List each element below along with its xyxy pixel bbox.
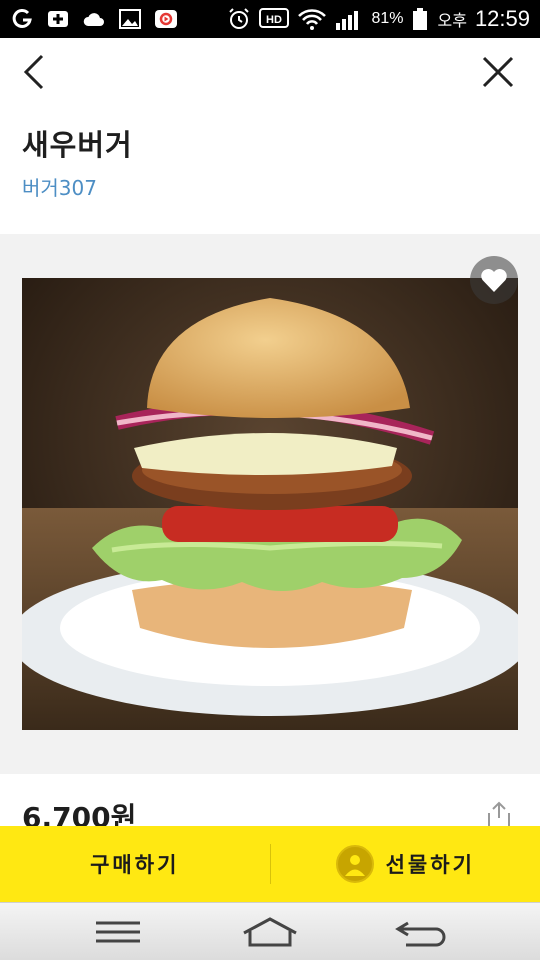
person-icon (344, 855, 365, 876)
signal-icon (336, 11, 359, 30)
image-icon (119, 9, 141, 29)
chevron-left-icon[interactable] (16, 52, 56, 92)
time-ampm: 오후 (437, 13, 467, 30)
system-nav-bar (0, 902, 540, 960)
gift-button[interactable]: 선물하기 (271, 826, 540, 902)
buy-label: 구매하기 (90, 853, 180, 877)
brand-link[interactable]: 버거307 (22, 172, 97, 201)
battery-icon (413, 8, 428, 30)
status-bar: HD 81% 오후 12:59 (0, 0, 540, 38)
favorite-button[interactable] (470, 256, 518, 304)
g-icon (12, 8, 32, 28)
product-title: 새우버거 (22, 128, 133, 162)
buy-button[interactable]: 구매하기 (0, 826, 270, 902)
action-bar: 구매하기 선물하기 (0, 826, 540, 902)
gift-label: 선물하기 (385, 853, 475, 877)
cloud-icon (83, 13, 104, 26)
avatar (335, 845, 374, 883)
alarm-icon (229, 8, 250, 29)
hd-voice-icon: HD (259, 8, 290, 28)
back-nav-icon[interactable] (392, 915, 452, 949)
burger-photo (22, 278, 518, 730)
home-icon[interactable] (240, 915, 300, 949)
plus-icon (48, 11, 68, 27)
top-nav (0, 38, 540, 110)
product-photo[interactable] (22, 278, 518, 730)
wifi-icon (298, 9, 327, 30)
menu-icon[interactable] (88, 915, 148, 949)
battery-percent: 81% (371, 10, 404, 27)
clock: 12:59 (474, 6, 530, 31)
record-icon (155, 10, 177, 28)
svg-text:HD: HD (267, 14, 283, 26)
close-icon[interactable] (478, 52, 518, 92)
heart-icon (481, 268, 507, 292)
